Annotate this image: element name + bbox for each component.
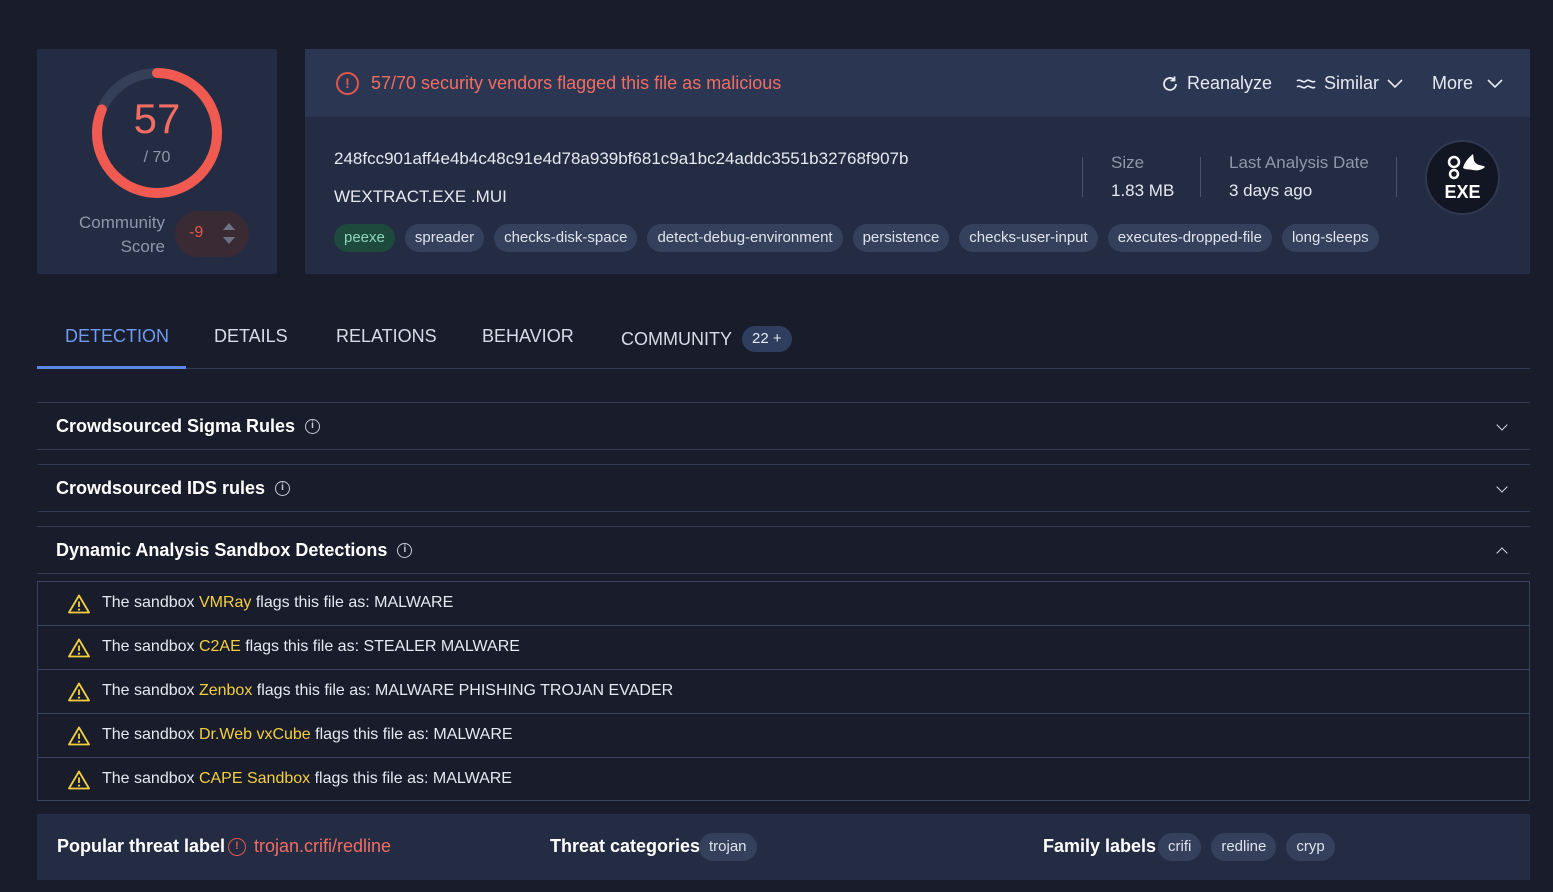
similar-label: Similar [1324, 73, 1380, 93]
sandbox-name-link[interactable]: Dr.Web vxCube [199, 726, 311, 743]
detection-alert-text: 57/70 security vendors flagged this file… [371, 73, 782, 93]
tab-detection[interactable]: DETECTION [65, 326, 169, 347]
popular-threat-label: Popular threat label [57, 836, 226, 856]
file-tag[interactable]: checks-user-input [959, 224, 1098, 252]
file-tag[interactable]: executes-dropped-file [1107, 224, 1272, 252]
sandbox-row: The sandbox Dr.Web vxCube flags this fil… [38, 714, 1529, 758]
file-type-badge: EXE [1425, 140, 1500, 215]
refresh-icon [1163, 76, 1177, 91]
sandbox-name-link[interactable]: Zenbox [199, 682, 252, 699]
file-tag[interactable]: checks-disk-space [494, 224, 638, 252]
sandbox-row: The sandbox VMRay flags this file as: MA… [38, 582, 1529, 626]
sandbox-row: The sandbox C2AE flags this file as: STE… [38, 626, 1529, 670]
file-hash[interactable]: 248fcc901aff4e4b4c48c91e4d78a939bf681c9a… [334, 149, 908, 169]
threat-summary-bar: Popular threat label ! trojan.crifi/redl… [37, 814, 1530, 880]
sigma-rules-title: Crowdsourced Sigma Rules [56, 416, 296, 436]
upvote-arrow-icon[interactable] [223, 223, 235, 230]
warning-triangle-icon [68, 682, 90, 702]
last-analysis-label: Last Analysis Date [1229, 153, 1369, 172]
file-tags: peexe spreader checks-disk-space detect-deb… [334, 224, 1379, 252]
sandbox-row-text: The sandbox C2AE flags this file as: STE… [102, 638, 520, 655]
family-labels-label: Family labels [1043, 836, 1157, 856]
popular-threat-value[interactable]: ! trojan.crifi/redline [228, 836, 391, 857]
active-tab-indicator [37, 366, 186, 369]
sandbox-detections-section[interactable]: Dynamic Analysis Sandbox Detections i [37, 526, 1530, 574]
warning-triangle-icon [68, 594, 90, 614]
gears-icon [1447, 154, 1485, 180]
community-score-widget: -9 [175, 211, 249, 257]
tab-details[interactable]: DETAILS [214, 326, 288, 347]
threat-categories-label: Threat categories [550, 836, 701, 856]
report-tabs: DETECTION DETAILS RELATIONS BEHAVIOR COM… [37, 313, 1530, 369]
divider [1082, 157, 1083, 197]
detection-gauge: 57 / 70 [89, 65, 225, 201]
info-icon[interactable]: i [397, 543, 413, 558]
size-value: 1.83 MB [1111, 181, 1175, 200]
file-tag[interactable]: detect-debug-environment [647, 224, 843, 252]
file-type-label: EXE [1444, 182, 1481, 202]
chevron-down-icon [1487, 78, 1503, 88]
sandbox-row-text: The sandbox CAPE Sandbox flags this file… [102, 770, 512, 787]
community-count-badge: 22 + [742, 326, 792, 352]
tab-behavior[interactable]: BEHAVIOR [482, 326, 574, 347]
chevron-up-icon[interactable] [1496, 547, 1508, 559]
chevron-down-icon [1387, 78, 1403, 88]
similar-dropdown[interactable]: Similar [1296, 73, 1403, 94]
community-score-value: -9 [189, 224, 204, 241]
file-name: WEXTRACT.EXE .MUI [334, 187, 507, 206]
info-icon[interactable]: i [275, 481, 291, 496]
ids-rules-section[interactable]: Crowdsourced IDS rules i [37, 464, 1530, 512]
divider [1200, 157, 1201, 197]
warning-triangle-icon [68, 638, 90, 658]
ids-rules-title: Crowdsourced IDS rules [56, 478, 266, 498]
downvote-arrow-icon[interactable] [223, 237, 235, 244]
sandbox-name-link[interactable]: CAPE Sandbox [199, 770, 310, 787]
sandbox-row: The sandbox CAPE Sandbox flags this file… [38, 758, 1529, 802]
alert-circle-icon: ! [228, 837, 246, 856]
sandbox-row-text: The sandbox Zenbox flags this file as: M… [102, 682, 674, 699]
file-tag[interactable]: peexe [334, 224, 395, 252]
family-labels-list: crifi redline cryp [1158, 833, 1335, 861]
more-dropdown[interactable]: More [1432, 73, 1503, 94]
file-tag[interactable]: long-sleeps [1281, 224, 1379, 252]
alert-circle-icon: ! [336, 72, 359, 95]
last-analysis-value: 3 days ago [1229, 181, 1313, 200]
threat-tag[interactable]: redline [1211, 833, 1277, 861]
threat-tag[interactable]: cryp [1286, 833, 1335, 861]
sandbox-detections-title: Dynamic Analysis Sandbox Detections [56, 540, 388, 560]
detection-score-card: 57 / 70 Community Score -9 [37, 49, 277, 274]
chevron-down-icon[interactable] [1496, 481, 1508, 493]
file-info-card: ! 57/70 security vendors flagged this fi… [305, 49, 1530, 274]
similar-waves-icon [1296, 78, 1316, 89]
sandbox-name-link[interactable]: VMRay [199, 594, 251, 611]
tab-relations[interactable]: RELATIONS [336, 326, 437, 347]
sandbox-name-link[interactable]: C2AE [199, 638, 241, 655]
sandbox-row: The sandbox Zenbox flags this file as: M… [38, 670, 1529, 714]
size-label: Size [1111, 153, 1145, 172]
sigma-rules-section[interactable]: Crowdsourced Sigma Rules i [37, 402, 1530, 450]
more-label: More [1432, 73, 1474, 93]
threat-categories-list: trojan [699, 833, 757, 861]
divider [1396, 157, 1397, 197]
popular-threat-text: trojan.crifi/redline [254, 836, 392, 856]
chevron-down-icon[interactable] [1496, 419, 1508, 431]
sandbox-row-text: The sandbox VMRay flags this file as: MA… [102, 594, 454, 611]
sandbox-row-text: The sandbox Dr.Web vxCube flags this fil… [102, 726, 513, 743]
sandbox-detections-list: The sandbox VMRay flags this file as: MA… [37, 581, 1530, 801]
threat-tag[interactable]: trojan [699, 833, 757, 861]
detection-total: / 70 [143, 149, 171, 166]
threat-tag[interactable]: crifi [1158, 833, 1202, 861]
detection-count: 57 [133, 95, 181, 142]
tab-community-label: COMMUNITY [621, 328, 732, 349]
tab-community[interactable]: COMMUNITY 22 + [621, 326, 792, 352]
info-icon[interactable]: i [305, 419, 321, 434]
file-tag[interactable]: spreader [404, 224, 485, 252]
community-score-label: Community Score [79, 213, 165, 256]
reanalyze-button[interactable]: Reanalyze [1161, 73, 1272, 94]
reanalyze-label: Reanalyze [1187, 73, 1273, 93]
detection-alert-bar: ! 57/70 security vendors flagged this fi… [305, 49, 1530, 117]
warning-triangle-icon [68, 726, 90, 746]
file-tag[interactable]: persistence [852, 224, 950, 252]
warning-triangle-icon [68, 770, 90, 790]
